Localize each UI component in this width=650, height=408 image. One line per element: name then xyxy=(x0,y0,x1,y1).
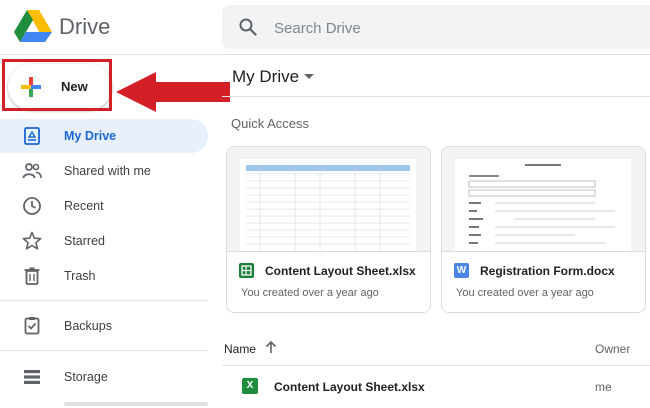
table-row-owner: me xyxy=(595,380,612,394)
sidebar-item-label: Storage xyxy=(64,370,108,384)
sidebar-divider xyxy=(0,300,208,301)
quick-access-heading: Quick Access xyxy=(231,116,310,131)
people-icon xyxy=(22,163,42,179)
my-drive-icon xyxy=(24,127,40,145)
header-divider xyxy=(0,54,650,55)
sidebar-item-recent[interactable]: Recent xyxy=(0,189,208,223)
annotation-arrow-icon xyxy=(116,72,230,112)
sidebar-item-my-drive[interactable]: My Drive xyxy=(0,119,208,153)
card-file-subtitle: You created over a year ago xyxy=(241,287,379,299)
page-title[interactable]: My Drive xyxy=(232,67,299,87)
sidebar-divider xyxy=(0,350,208,351)
search-input[interactable] xyxy=(272,5,636,51)
card-file-subtitle: You created over a year ago xyxy=(456,287,594,299)
main-divider xyxy=(222,96,650,97)
sidebar-item-label: Backups xyxy=(64,319,112,333)
column-header-name[interactable]: Name xyxy=(224,342,256,356)
sidebar-item-label: Shared with me xyxy=(64,164,151,178)
sidebar-item-label: Starred xyxy=(64,234,105,248)
sidebar-item-backups[interactable]: Backups xyxy=(0,309,208,343)
table-row-file-name[interactable]: Content Layout Sheet.xlsx xyxy=(274,380,425,394)
file-thumbnail xyxy=(227,147,430,252)
excel-file-icon: X xyxy=(242,378,258,394)
word-document-icon: W xyxy=(454,263,469,278)
search-bar[interactable] xyxy=(222,5,650,51)
trash-icon xyxy=(24,267,40,285)
clock-icon xyxy=(23,197,41,215)
brand-name: Drive xyxy=(59,14,111,39)
list-divider xyxy=(222,365,650,366)
storage-usage-bar xyxy=(64,402,208,406)
column-header-owner[interactable]: Owner xyxy=(595,342,630,356)
backup-icon xyxy=(24,317,40,335)
sidebar-item-starred[interactable]: Starred xyxy=(0,224,208,258)
sidebar-item-label: Recent xyxy=(64,199,104,213)
quick-access-card-registration-form[interactable]: W Registration Form.docx You created ove… xyxy=(441,146,646,313)
spreadsheet-preview xyxy=(240,159,416,251)
star-icon xyxy=(22,231,42,250)
file-thumbnail xyxy=(442,147,645,252)
sidebar-item-shared-with-me[interactable]: Shared with me xyxy=(0,154,208,188)
search-icon[interactable] xyxy=(238,17,258,37)
chevron-down-icon[interactable] xyxy=(304,74,314,79)
quick-access-card-content-layout[interactable]: Content Layout Sheet.xlsx You created ov… xyxy=(226,146,431,313)
storage-icon xyxy=(24,370,40,384)
sidebar-item-storage[interactable]: Storage xyxy=(0,360,208,394)
card-file-name: Registration Form.docx xyxy=(480,264,615,278)
google-sheets-icon xyxy=(239,263,254,278)
sort-arrow-up-icon[interactable] xyxy=(264,340,278,354)
sidebar-item-label: Trash xyxy=(64,269,96,283)
sidebar-item-trash[interactable]: Trash xyxy=(0,259,208,293)
drive-logo-icon[interactable] xyxy=(14,10,52,42)
sidebar-item-label: My Drive xyxy=(64,129,117,143)
annotation-highlight-box xyxy=(2,59,112,111)
document-preview xyxy=(455,159,631,251)
card-file-name: Content Layout Sheet.xlsx xyxy=(265,264,416,278)
